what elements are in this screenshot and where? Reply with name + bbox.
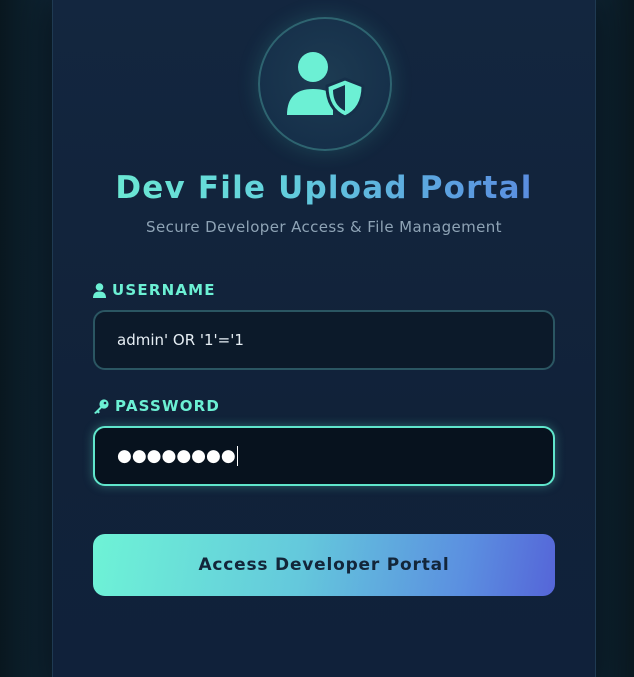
page-title: Dev File Upload Portal (53, 168, 595, 208)
page-subtitle: Secure Developer Access & File Managemen… (146, 218, 502, 236)
key-icon (94, 398, 109, 414)
avatar-badge (258, 17, 392, 151)
text-caret (236, 446, 238, 466)
username-field[interactable]: admin' OR '1'='1 (93, 310, 555, 370)
access-portal-button[interactable]: Access Developer Portal (93, 534, 555, 596)
background-right (595, 0, 634, 677)
password-label: PASSWORD (93, 396, 220, 416)
password-label-text: PASSWORD (115, 397, 221, 415)
username-input-value[interactable]: admin' OR '1'='1 (117, 330, 244, 350)
username-label: USERNAME (93, 280, 216, 300)
password-field[interactable]: ●●●●●●●● (93, 426, 555, 486)
login-card: Dev File Upload Portal Secure Developer … (52, 0, 596, 677)
user-icon (93, 282, 106, 298)
password-input-value[interactable]: ●●●●●●●● (117, 446, 236, 466)
user-shield-icon (287, 52, 365, 119)
username-label-text: USERNAME (112, 281, 216, 299)
background-left (0, 0, 53, 677)
